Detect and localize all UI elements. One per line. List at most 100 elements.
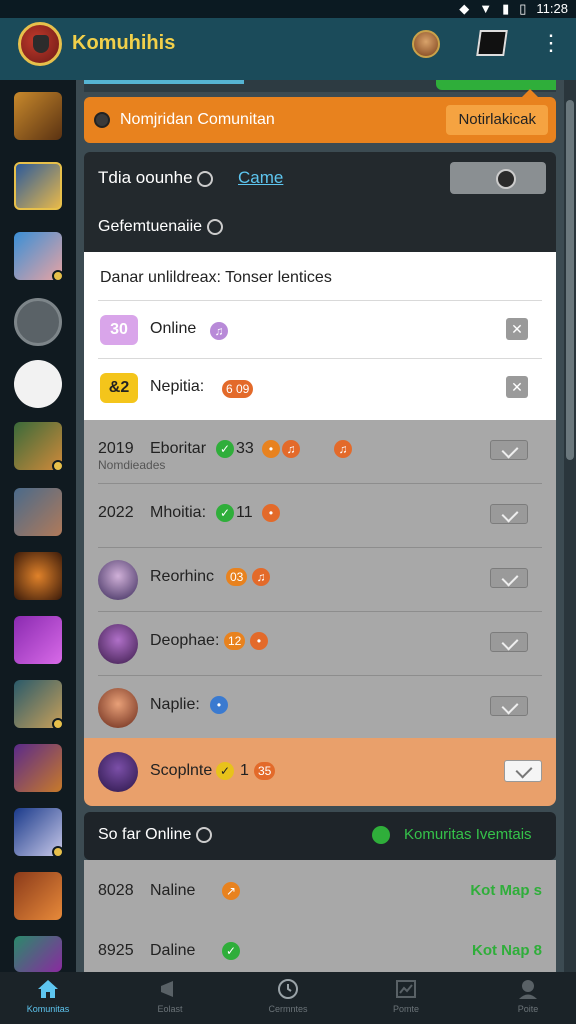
online-dot: ✓	[216, 504, 235, 522]
nav-comments[interactable]: Cermntes	[238, 978, 338, 1022]
member-row[interactable]: &2 Nepitia: 6 09 ✕	[98, 360, 542, 416]
home-icon	[38, 980, 58, 998]
member-badge: 6 09	[222, 380, 254, 398]
rail-gear-icon[interactable]	[14, 298, 62, 346]
status-dot: •	[262, 440, 280, 458]
profile-avatar[interactable]	[412, 30, 440, 58]
nav-feed[interactable]: Eolast	[120, 978, 220, 1022]
avatar	[98, 752, 138, 792]
rail-game-1[interactable]	[14, 92, 62, 140]
rail-game-12[interactable]	[14, 936, 62, 972]
nav-label: Eolast	[157, 1004, 183, 1014]
list-item[interactable]: 2022 Mhoitia: ✓ 11 •	[98, 484, 542, 548]
member-label: Online	[150, 320, 197, 337]
item-count: 33	[236, 440, 254, 457]
item-name: Deophae:	[150, 632, 220, 649]
online-list: 8028 Naline ↗ Kot Map s 8925 Daline ✓ Ko…	[84, 860, 556, 972]
progress-bar	[84, 80, 244, 84]
close-icon[interactable]: ✕	[506, 318, 528, 340]
item-status: Kot Map s	[470, 882, 542, 899]
close-icon[interactable]: ✕	[506, 376, 528, 398]
clock-icon	[278, 979, 298, 999]
check-toggle[interactable]	[490, 568, 528, 588]
rail-game-8[interactable]	[14, 680, 64, 730]
item-year: 8925	[98, 942, 134, 959]
member-badge: 03	[226, 568, 248, 586]
banner-button[interactable]: Notirlakicak	[446, 105, 548, 135]
app-logo[interactable]	[18, 22, 62, 66]
nav-label: Poite	[517, 1004, 539, 1014]
app-title: Komuhihis	[72, 32, 176, 54]
item-count: 1	[240, 762, 249, 779]
signal-icon: ▮	[502, 1, 510, 16]
list-item[interactable]: Reorhinc 03 ♫	[98, 548, 542, 612]
rail-game-5[interactable]	[14, 488, 62, 536]
status-dot: •	[210, 696, 228, 714]
check-toggle[interactable]	[490, 696, 528, 716]
clock-icon	[197, 170, 214, 187]
more-vert-icon[interactable]: ⋮	[540, 28, 562, 58]
nav-profile[interactable]: Poite	[478, 978, 576, 1022]
list-item[interactable]: 8925 Daline ✓ Kot Nap 8	[98, 922, 542, 978]
avatar	[98, 624, 138, 664]
rail-game-11[interactable]	[14, 872, 62, 920]
card-link[interactable]: Came	[238, 168, 283, 188]
item-year: 2022	[98, 504, 134, 521]
game-card: Tdia oounhe Came Gefemtuenaiie	[84, 152, 556, 252]
members-card: Danar unlildreax: Tonser lentices 30 Onl…	[84, 252, 556, 420]
rail-game-2[interactable]	[14, 162, 62, 210]
rail-game-10[interactable]	[14, 808, 64, 858]
rail-game-4[interactable]	[14, 422, 64, 472]
section-status[interactable]: Komuritas Ivemtais	[404, 826, 532, 843]
member-pill: &2	[100, 373, 138, 403]
check-toggle[interactable]	[490, 632, 528, 652]
scrollbar-thumb[interactable]	[566, 100, 574, 460]
item-status: Kot Nap 8	[471, 942, 542, 959]
rail-game-6[interactable]	[14, 552, 62, 600]
status-dot: ↗	[222, 882, 241, 900]
rail-mask-icon[interactable]	[14, 360, 62, 408]
rail-game-7[interactable]	[14, 616, 62, 664]
rail-game-3[interactable]	[14, 232, 64, 282]
rail-badge	[52, 846, 64, 858]
clock-icon	[195, 826, 212, 843]
nav-points[interactable]: Pomte	[356, 978, 456, 1022]
info-icon	[94, 112, 110, 128]
list-item[interactable]: 2019 Eboritar ✓ 33 • ♫ ♫ Nomdieades	[98, 420, 542, 484]
rail-game-9[interactable]	[14, 744, 62, 792]
item-name: Scoplnte	[150, 762, 213, 779]
check-toggle[interactable]	[490, 440, 528, 460]
status-dot: ♫	[282, 440, 300, 458]
highlighted-list-item[interactable]: Scoplnte ✓ 1 35	[84, 738, 556, 806]
section-title: So far Online	[98, 826, 212, 844]
list-item[interactable]: 8028 Naline ↗ Kot Map s	[98, 862, 542, 918]
member-badge: 35	[254, 762, 276, 780]
compass-button[interactable]	[450, 162, 546, 194]
check-toggle[interactable]	[490, 504, 528, 524]
card-subtitle: Gefemtuenaiie	[98, 218, 223, 236]
status-icons: ◆ ▼ ▮ ▯ 11:28	[459, 0, 568, 18]
divider	[98, 300, 542, 301]
rail-badge	[52, 718, 64, 730]
notification-banner: Nomjridan Comunitan Notirlakicak	[84, 89, 556, 143]
member-row[interactable]: 30 Online ♫ ✕	[98, 302, 542, 358]
nav-label: Komunitas	[26, 1004, 70, 1014]
item-year: 2019	[98, 440, 134, 457]
banner-notch	[522, 89, 538, 97]
nav-home[interactable]: Komunitas	[0, 978, 98, 1022]
item-name: Eboritar	[150, 440, 207, 457]
item-subtitle: Nomdieades	[98, 458, 166, 472]
rail-badge	[52, 460, 64, 472]
list-item[interactable]: Deophae: 12 •	[98, 612, 542, 676]
list-item[interactable]: Naplie: •	[98, 676, 542, 740]
megaphone-icon	[161, 981, 173, 997]
nav-label: Cermntes	[268, 1004, 308, 1014]
cube-icon[interactable]	[476, 30, 508, 56]
game-rail	[0, 80, 76, 972]
chart-icon	[396, 980, 416, 998]
battery-icon: ▯	[519, 1, 527, 16]
profile-icon	[519, 980, 537, 999]
location-icon: ◆	[459, 1, 470, 16]
status-dot: ♫	[334, 440, 352, 458]
check-toggle[interactable]	[504, 760, 542, 782]
